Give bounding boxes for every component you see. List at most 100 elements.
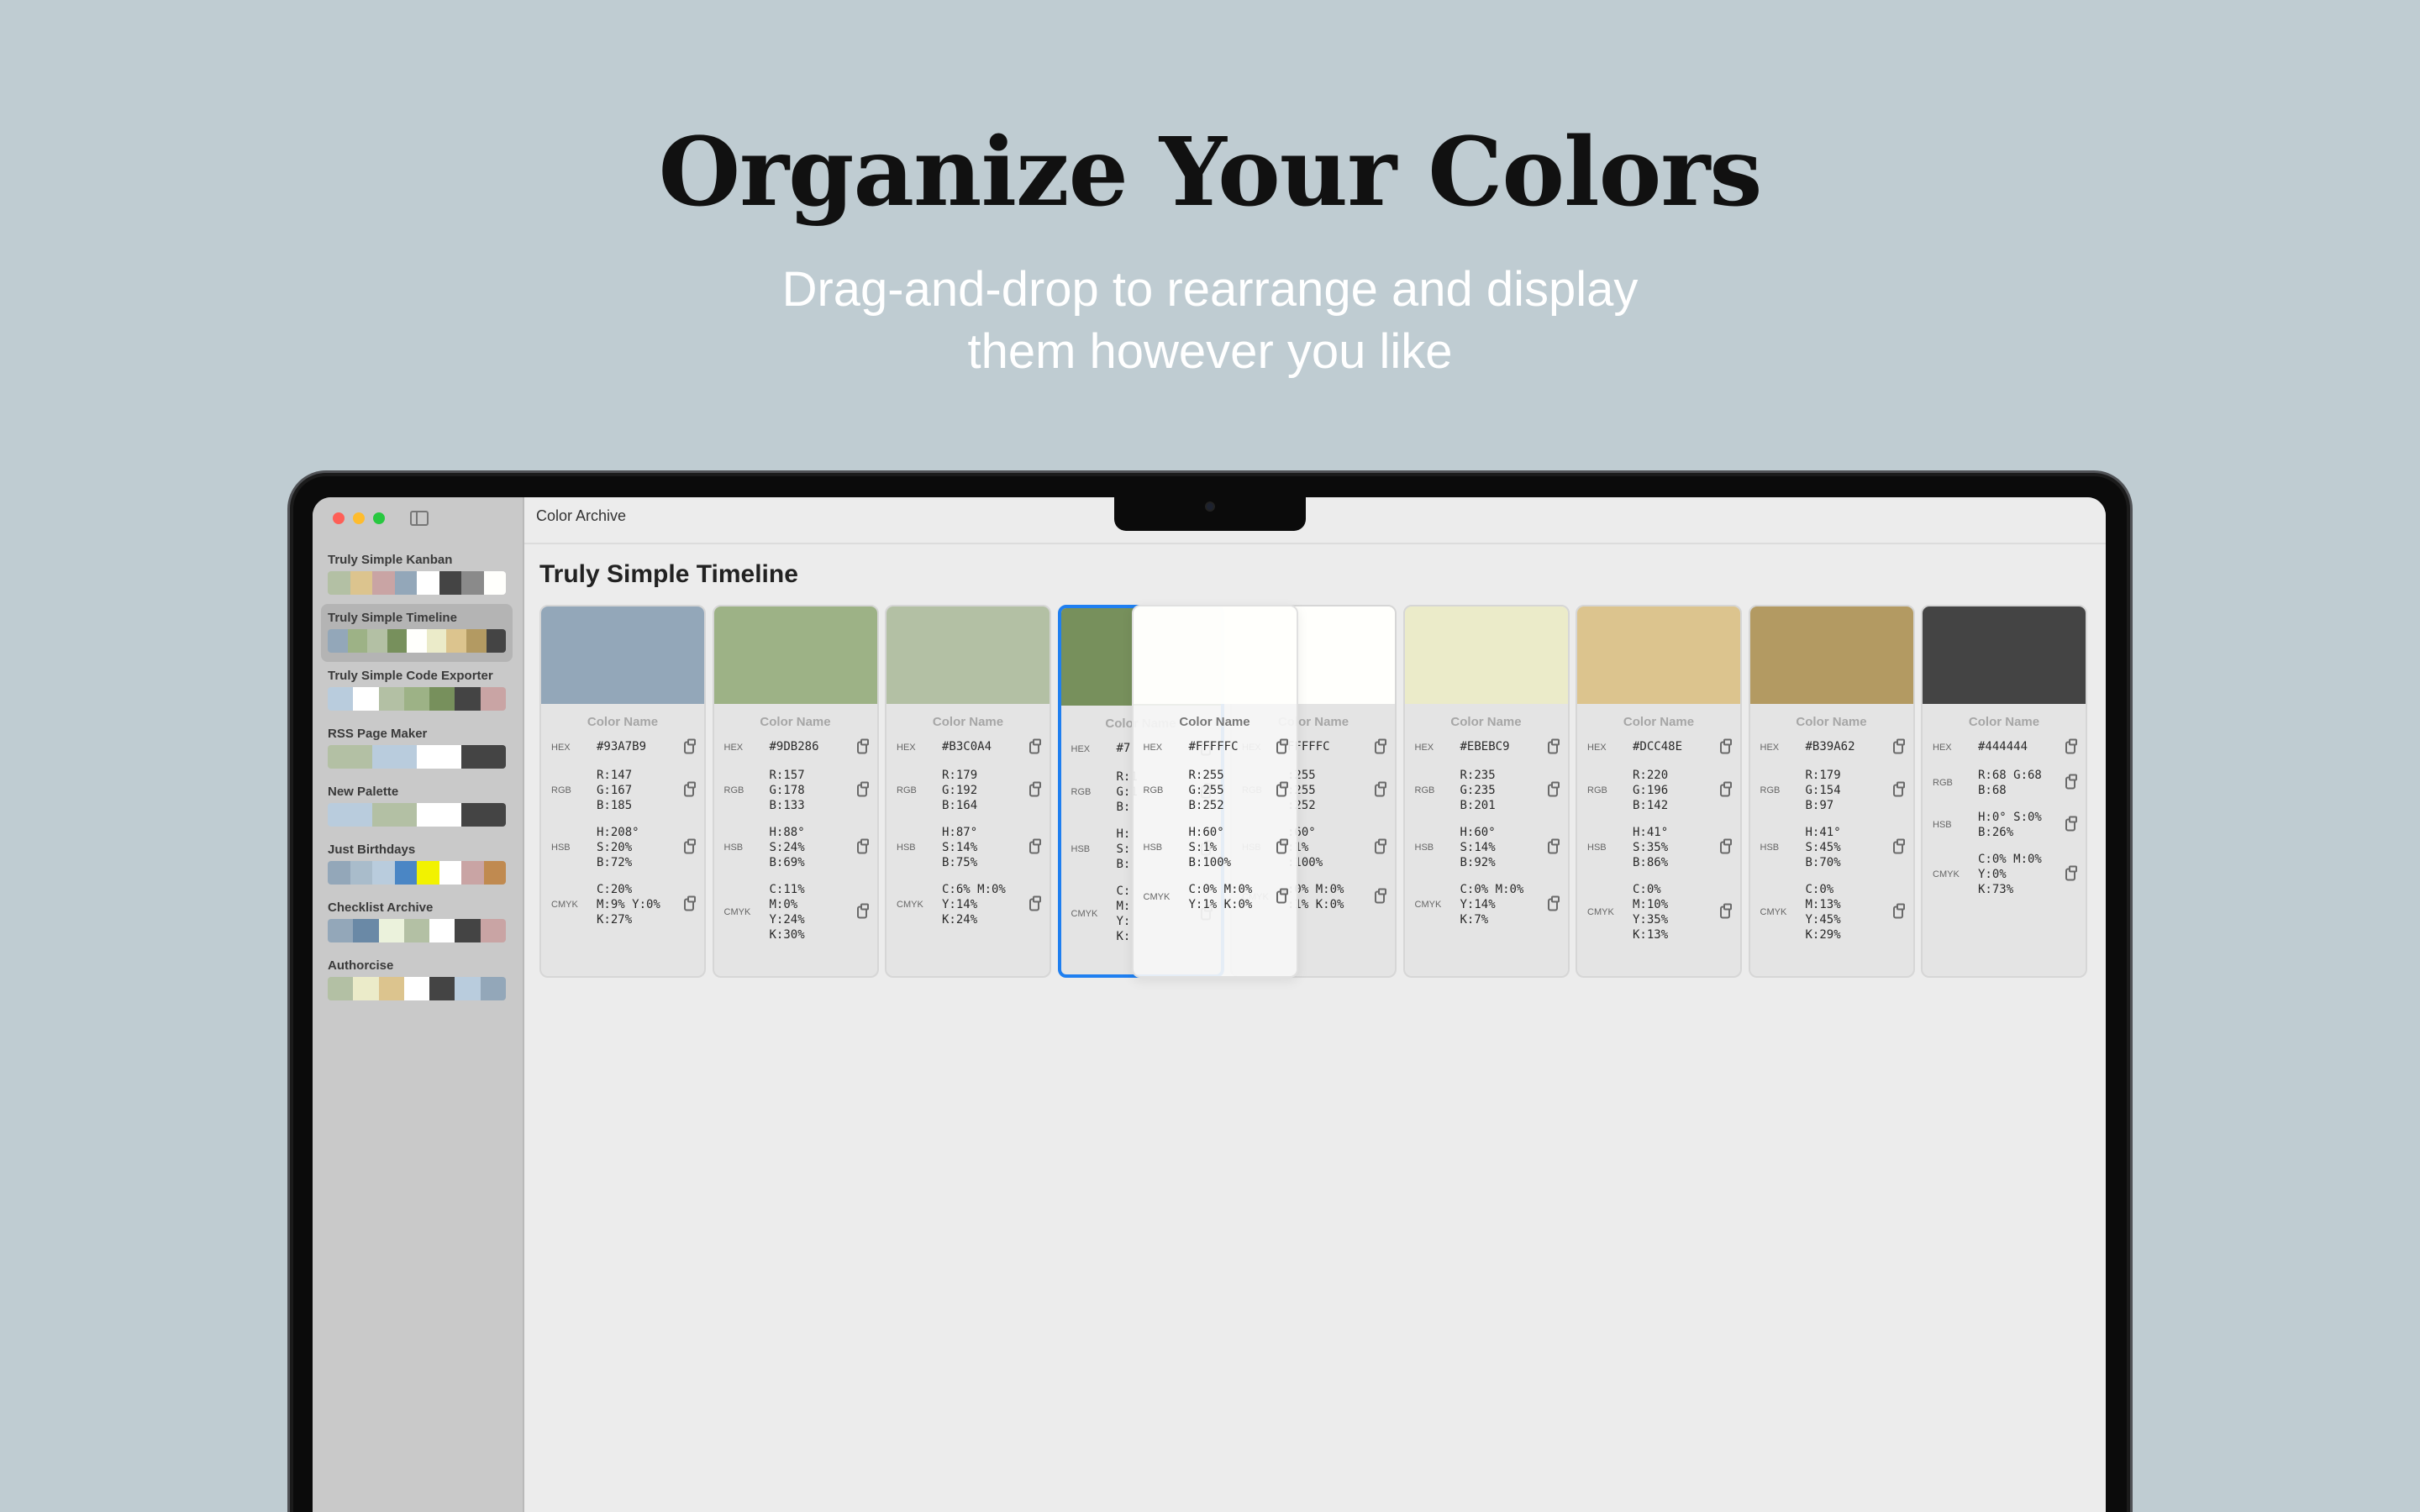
minimize-window-button[interactable] xyxy=(353,512,365,524)
color-name-label[interactable]: Color Name xyxy=(1750,715,1913,732)
color-name-label[interactable]: Color Name xyxy=(1923,715,2086,732)
copy-icon[interactable] xyxy=(1720,738,1732,754)
copy-icon[interactable] xyxy=(684,781,696,797)
copy-icon[interactable] xyxy=(1375,781,1386,797)
palette-swatch xyxy=(353,977,379,1000)
palette-item[interactable]: Truly Simple Code Exporter xyxy=(321,662,513,720)
color-name-label[interactable]: Color Name xyxy=(886,715,1050,732)
copy-icon[interactable] xyxy=(1029,738,1041,754)
copy-icon[interactable] xyxy=(1029,895,1041,911)
copy-icon[interactable] xyxy=(684,838,696,854)
copy-icon[interactable] xyxy=(1892,903,1905,919)
palette-item[interactable]: Just Birthdays xyxy=(321,836,513,894)
copy-icon[interactable] xyxy=(1547,895,1560,911)
color-swatch[interactable] xyxy=(541,606,704,704)
color-name-label[interactable]: Color Name xyxy=(714,715,877,732)
copy-icon[interactable] xyxy=(856,781,869,797)
rgb-label: RGB xyxy=(1587,785,1607,795)
palette-swatch xyxy=(372,571,395,595)
rgb-value: B:185 xyxy=(597,799,633,812)
copy-icon[interactable] xyxy=(1720,903,1732,919)
rgb-value: B:68 xyxy=(1978,784,2007,797)
close-window-button[interactable] xyxy=(333,512,345,524)
copy-icon[interactable] xyxy=(2065,816,2077,832)
camera-icon xyxy=(1205,501,1215,512)
rgb-label: RGB xyxy=(1760,785,1781,795)
cmyk-value: C:0% M:0% xyxy=(1188,883,1253,896)
palette-item[interactable]: Checklist Archive xyxy=(321,894,513,952)
color-card[interactable]: Color Name HEX #B3C0A4 RGB R:179 G:192 B:164 HS… xyxy=(885,605,1051,978)
copy-icon[interactable] xyxy=(1375,888,1386,904)
copy-icon[interactable] xyxy=(1720,838,1732,854)
color-swatch[interactable] xyxy=(886,606,1050,704)
copy-icon[interactable] xyxy=(1547,838,1560,854)
copy-icon[interactable] xyxy=(1276,738,1288,754)
copy-icon[interactable] xyxy=(856,738,869,754)
copy-icon[interactable] xyxy=(1892,838,1905,854)
palette-swatch xyxy=(429,977,455,1000)
hex-label: HEX xyxy=(723,743,744,753)
palette-swatch xyxy=(480,919,506,942)
copy-icon[interactable] xyxy=(2065,774,2077,790)
hex-row: HEX #444444 xyxy=(1923,738,2086,756)
color-swatch[interactable] xyxy=(1577,606,1740,704)
palette-item[interactable]: New Palette xyxy=(321,778,513,836)
color-card[interactable]: Color Name HEX #444444 RGB R:68 G:68 B:68 HSB H… xyxy=(1921,605,2087,978)
copy-icon[interactable] xyxy=(2065,738,2077,754)
color-card[interactable]: Color Name HEX #93A7B9 RGB R:147 G:167 B:185 HS… xyxy=(539,605,706,978)
copy-icon[interactable] xyxy=(1375,738,1386,754)
rgb-value: G:196 xyxy=(1633,784,1669,797)
cmyk-value: K:24% xyxy=(942,913,978,927)
palette-swatch xyxy=(480,687,506,711)
copy-icon[interactable] xyxy=(856,838,869,854)
color-swatch[interactable] xyxy=(1133,606,1297,704)
copy-icon[interactable] xyxy=(1029,838,1041,854)
palette-swatch xyxy=(407,629,427,653)
color-name-label[interactable]: Color Name xyxy=(1577,715,1740,732)
hex-row: HEX #93A7B9 xyxy=(541,738,704,756)
copy-icon[interactable] xyxy=(1547,781,1560,797)
copy-icon[interactable] xyxy=(1276,838,1288,854)
color-swatch[interactable] xyxy=(1749,606,1913,704)
palette-item[interactable]: Truly Simple Timeline xyxy=(321,604,513,662)
sidebar-toggle-icon[interactable] xyxy=(410,511,429,526)
color-card[interactable]: Color Name HEX #9DB286 RGB R:157 G:178 B:133 HS… xyxy=(712,605,879,978)
zoom-window-button[interactable] xyxy=(373,512,385,524)
color-name-label[interactable]: Color Name xyxy=(1134,715,1297,732)
copy-icon[interactable] xyxy=(1892,781,1905,797)
color-card[interactable]: Color Name HEX #B39A62 RGB R:179 G:154 B:97 HSB… xyxy=(1748,605,1915,978)
dragged-color-card[interactable]: Color Name HEX #FFFFFC RGB R:255 G:255 B:252 HS… xyxy=(1131,605,1298,978)
color-card[interactable]: Color Name HEX #DCC48E RGB R:220 G:196 B:142 HS… xyxy=(1576,605,1742,978)
hsb-label: HSB xyxy=(723,843,744,853)
palette-swatch xyxy=(403,919,430,942)
rgb-value: R:220 xyxy=(1633,769,1669,782)
copy-icon[interactable] xyxy=(684,738,696,754)
copy-icon[interactable] xyxy=(684,895,696,911)
copy-icon[interactable] xyxy=(1547,738,1560,754)
palette-item[interactable]: RSS Page Maker xyxy=(321,720,513,778)
copy-icon[interactable] xyxy=(1029,781,1041,797)
palette-swatch xyxy=(328,745,372,769)
copy-icon[interactable] xyxy=(1720,781,1732,797)
color-card[interactable]: Color Name HEX #EBEBC9 RGB R:235 G:235 B:201 HS… xyxy=(1402,605,1570,978)
color-name-label[interactable]: Color Name xyxy=(541,715,704,732)
copy-icon[interactable] xyxy=(856,903,869,919)
color-swatch[interactable] xyxy=(1923,606,2086,704)
copy-icon[interactable] xyxy=(1276,781,1288,797)
copy-icon[interactable] xyxy=(1892,738,1905,754)
color-swatch[interactable] xyxy=(1404,606,1568,704)
palette-item[interactable]: Authorcise xyxy=(321,952,513,1010)
hsb-label: HSB xyxy=(551,843,571,853)
color-name-label[interactable]: Color Name xyxy=(1405,715,1568,732)
palette-item[interactable]: Truly Simple Kanban xyxy=(321,546,513,604)
cmyk-value: K:7% xyxy=(1460,913,1489,927)
hsb-row: HSB H:60° S:1% B:100% xyxy=(1134,825,1297,870)
copy-icon[interactable] xyxy=(1375,838,1386,854)
color-swatch[interactable] xyxy=(713,606,877,704)
rgb-value: :252 xyxy=(1287,799,1316,812)
hsb-row: HSB H:88° S:24% B:69% xyxy=(714,825,877,870)
rgb-value: G:178 xyxy=(769,784,805,797)
copy-icon[interactable] xyxy=(2065,865,2077,881)
cmyk-row: CMYK C:0% M:0% Y:1% K:0% xyxy=(1134,882,1297,912)
copy-icon[interactable] xyxy=(1276,888,1288,904)
